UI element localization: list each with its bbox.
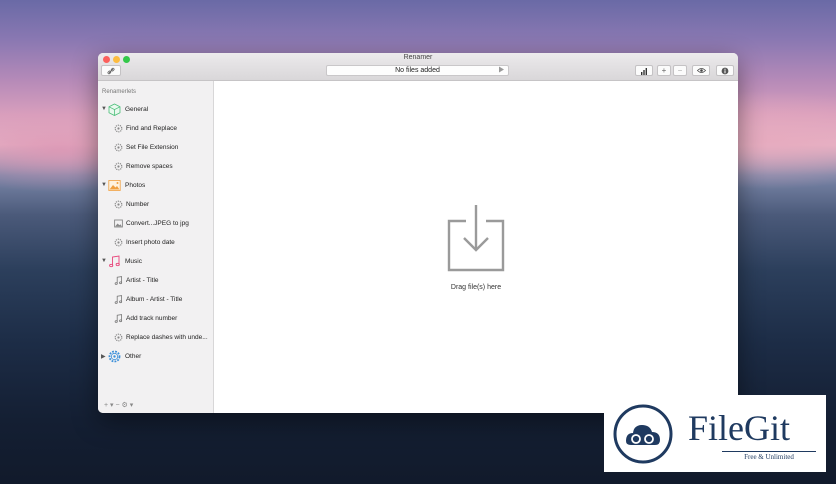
renamerlet-convert-jpeg[interactable]: Convert...JPEG to jpg [98,216,213,232]
renamerlet-find-replace[interactable]: Find and Replace [98,121,213,137]
link-icon [107,67,115,75]
photo-icon [108,180,121,191]
info-icon [721,67,729,75]
item-label: Set File Extension [126,144,179,151]
filegit-logo-icon [613,404,673,464]
bar-chart-icon [641,68,647,75]
item-label: Number [126,201,150,208]
group-general[interactable]: ▼ General [98,102,213,118]
filegit-watermark: FileGit Free & Unlimited [604,395,826,472]
title-bar: Renamer No files added + − [98,53,738,81]
run-button[interactable] [494,65,508,76]
add-button[interactable]: + [657,65,671,76]
link-button[interactable] [101,65,121,76]
filegit-name: FileGit [688,408,791,448]
item-label: Insert photo date [126,239,175,246]
renamerlet-number[interactable]: Number [98,197,213,213]
music-note-icon [114,314,123,323]
sidebar: Renamerlets ▼ General Find and Replace S… [98,81,214,413]
gear-icon [114,124,123,133]
group-label: General [125,106,149,113]
music-note-icon [109,255,120,268]
item-label: Find and Replace [126,125,177,132]
renamerlet-album-artist-title[interactable]: Album - Artist - Title [98,292,213,308]
gear-icon [108,350,121,363]
remove-button[interactable]: − [673,65,687,76]
divider [722,451,816,452]
renamerlet-remove-spaces[interactable]: Remove spaces [98,159,213,175]
renamerlet-insert-photo-date[interactable]: Insert photo date [98,235,213,251]
group-other[interactable]: ▶ Other [98,349,213,365]
download-icon [447,205,505,272]
music-note-icon [114,295,123,304]
preview-button[interactable] [692,65,710,76]
drop-zone[interactable]: Drag file(s) here [214,81,738,413]
gear-icon [114,143,123,152]
item-label: Add track number [126,315,178,322]
item-label: Artist - Title [126,277,159,284]
status-field: No files added [326,65,509,76]
renamerlet-replace-dashes[interactable]: Replace dashes with unde... [98,330,213,346]
gear-icon [114,162,123,171]
remove-label: − [677,66,683,75]
sidebar-footer-controls[interactable]: + ▾ − ⚙ ▾ [104,401,133,409]
item-label: Convert...JPEG to jpg [126,220,189,227]
group-label: Music [125,258,142,265]
play-icon [498,66,504,73]
renamer-window: Renamer No files added + − Renamerlets ▼… [98,53,738,413]
group-photos[interactable]: ▼ Photos [98,178,213,194]
group-label: Photos [125,182,146,189]
info-button[interactable] [716,65,734,76]
renamerlet-artist-title[interactable]: Artist - Title [98,273,213,289]
cube-icon [108,103,121,116]
group-music[interactable]: ▼ Music [98,254,213,270]
status-text: No files added [395,67,440,74]
renamerlet-add-track-number[interactable]: Add track number [98,311,213,327]
filegit-tagline: Free & Unlimited [744,453,794,461]
gear-icon [114,333,123,342]
music-note-icon [114,276,123,285]
renamerlet-set-extension[interactable]: Set File Extension [98,140,213,156]
item-label: Replace dashes with unde... [126,334,208,341]
disclosure-closed-icon[interactable]: ▶ [101,353,106,360]
eye-icon [696,68,706,73]
group-label: Other [125,353,142,360]
drop-label: Drag file(s) here [450,284,502,291]
disclosure-open-icon[interactable]: ▼ [101,258,107,264]
sidebar-header: Renamerlets [102,89,137,95]
gear-icon [114,200,123,209]
disclosure-open-icon[interactable]: ▼ [101,106,107,112]
add-label: + [661,66,667,75]
stats-button[interactable] [635,65,653,76]
item-label: Album - Artist - Title [126,296,183,303]
window-title: Renamer [403,54,433,61]
gear-icon [114,238,123,247]
disclosure-open-icon[interactable]: ▼ [101,182,107,188]
item-label: Remove spaces [126,163,173,170]
photo-icon [114,219,123,228]
